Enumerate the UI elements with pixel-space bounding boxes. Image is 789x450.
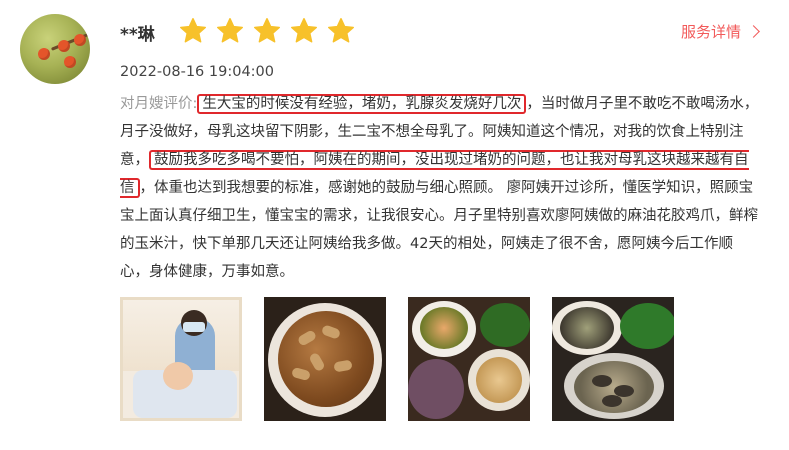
avatar-berry xyxy=(38,48,50,60)
star-icon xyxy=(180,18,206,43)
avatar-berry xyxy=(74,34,86,46)
star-icon xyxy=(217,18,243,43)
service-details-link[interactable]: 服务详情 xyxy=(680,21,760,42)
review-photos xyxy=(120,297,674,421)
photo-soup-and-dishes[interactable] xyxy=(552,297,674,421)
service-details-label: 服务详情 xyxy=(680,23,741,41)
chevron-right-icon xyxy=(747,25,760,38)
photo-braised-dish[interactable] xyxy=(264,297,386,421)
rating-stars xyxy=(178,16,356,46)
review-label: 对月嫂评价: xyxy=(120,96,198,112)
photo-table-dishes[interactable] xyxy=(408,297,530,421)
star-icon xyxy=(291,18,317,43)
review-text: 对月嫂评价: 生大宝的时候没有经验，堵奶，乳腺炎发烧好几次 ，当时做月子里不敢吃不敢… xyxy=(120,90,760,286)
avatar-berry xyxy=(58,40,70,52)
photo-nanny-with-baby[interactable] xyxy=(120,297,242,421)
star-icon xyxy=(328,18,354,43)
reviewer-name: **琳 xyxy=(120,25,155,45)
avatar-berry xyxy=(64,56,76,68)
review-segment: 生大宝的时候没有经验，堵奶，乳腺炎发烧好几次 xyxy=(197,94,527,114)
review-segment: ，体重也达到我想要的标准，感谢她的鼓励与细心照顾。 廖阿姨开过诊所，懂医学知识，… xyxy=(120,180,758,280)
review-date: 2022-08-16 19:04:00 xyxy=(120,64,274,80)
star-icon xyxy=(254,18,280,43)
reviewer-avatar xyxy=(20,14,90,84)
